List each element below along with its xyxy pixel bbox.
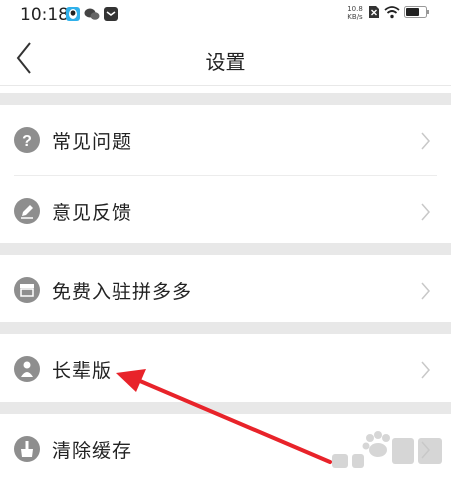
annotation-arrow-icon <box>116 369 332 464</box>
baidu-watermark-logo <box>332 431 442 468</box>
